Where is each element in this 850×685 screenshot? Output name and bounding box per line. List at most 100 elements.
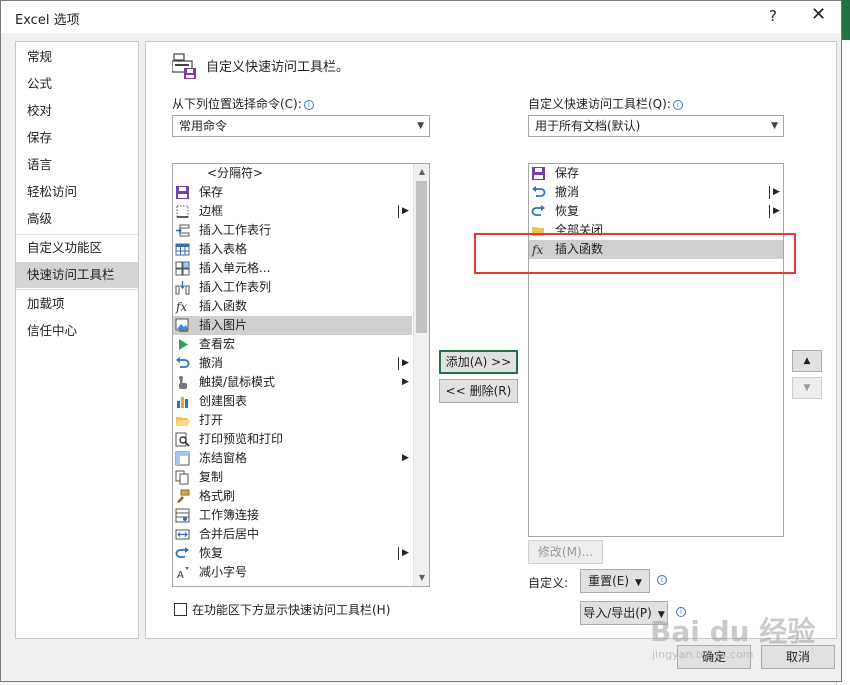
list-item-label: 插入表格	[199, 242, 248, 256]
chevron-down-icon: ▼	[635, 578, 642, 588]
submenu-divider	[769, 205, 770, 218]
list-item-label: 减小字号	[199, 565, 248, 579]
show-below-ribbon-checkbox[interactable]	[174, 603, 187, 616]
copy-icon	[175, 470, 190, 485]
choose-commands-value: 常用命令	[179, 119, 228, 133]
nav-item-accessibility[interactable]: 轻松访问	[16, 179, 138, 205]
add-button[interactable]: 添加(A) >>	[439, 350, 518, 374]
modify-button[interactable]: 修改(M)...	[528, 540, 603, 564]
customize-label: 自定义:	[528, 576, 569, 590]
list-item-label: 创建图表	[199, 394, 248, 408]
list-item[interactable]: <分隔符>	[173, 164, 412, 183]
list-item[interactable]: 恢复 ▶	[529, 202, 783, 221]
list-item-label: 复制	[199, 470, 224, 484]
list-item[interactable]: 插入单元格...	[173, 259, 412, 278]
border-icon	[175, 204, 190, 219]
list-item[interactable]: 边框 ▶	[173, 202, 412, 221]
function-icon: fx	[175, 299, 190, 314]
list-item[interactable]: fx 插入函数	[173, 297, 412, 316]
list-item-label: 恢复	[199, 546, 224, 560]
submenu-divider	[398, 357, 399, 370]
chevron-right-icon[interactable]: ▶	[402, 354, 409, 373]
nav-item-language[interactable]: 语言	[16, 152, 138, 178]
info-icon: i	[672, 100, 683, 110]
list-item-label: 边框	[199, 204, 224, 218]
help-button[interactable]: ?	[769, 7, 777, 25]
left-list-scrollbar[interactable]: ▲ ▼	[413, 164, 429, 586]
list-item[interactable]: 打开	[173, 411, 412, 430]
customize-qat-select[interactable]: 用于所有文档(默认) ▼	[528, 115, 784, 137]
list-item-label: 撤消	[555, 185, 580, 199]
list-item-label: 撤消	[199, 356, 224, 370]
section-heading: 自定义快速访问工具栏。	[206, 60, 350, 75]
scroll-up-icon[interactable]: ▲	[414, 164, 429, 180]
remove-button[interactable]: << 删除(R)	[439, 379, 518, 403]
nav-item-customize-ribbon[interactable]: 自定义功能区	[16, 235, 138, 261]
list-item[interactable]: 触摸/鼠标模式 ▶	[173, 373, 412, 392]
reset-button-label: 重置(E)	[588, 574, 630, 588]
redo-icon	[175, 546, 190, 561]
list-item[interactable]: 恢复 ▶	[173, 544, 412, 563]
submenu-divider	[769, 186, 770, 199]
choose-commands-select[interactable]: 常用命令 ▼	[172, 115, 430, 137]
list-item[interactable]: 冻结窗格 ▶	[173, 449, 412, 468]
list-item[interactable]: 插入表格	[173, 240, 412, 259]
options-content: 自定义快速访问工具栏。 从下列位置选择命令(C): i 常用命令 ▼ 自定义快速访…	[145, 41, 837, 639]
quick-access-toolbar-icon	[172, 53, 196, 79]
list-item[interactable]: 创建图表	[173, 392, 412, 411]
picture-icon	[175, 318, 190, 333]
save-icon	[531, 166, 546, 181]
nav-item-formulas[interactable]: 公式	[16, 71, 138, 97]
list-item-label: 插入函数	[199, 299, 248, 313]
list-item-label: 格式刷	[199, 489, 236, 503]
available-commands-list[interactable]: <分隔符> 保存 边框 ▶ 插入工作表行 插入表格 插入单元格... 插入工作表列 fx 插入函数…	[172, 163, 430, 587]
options-nav: 常规 公式 校对 保存 语言 轻松访问 高级 自定义功能区 快速访问工具栏 加载…	[15, 41, 139, 639]
list-item[interactable]: 合并后居中	[173, 525, 412, 544]
list-item[interactable]: 保存	[529, 164, 783, 183]
nav-item-add-ins[interactable]: 加载项	[16, 291, 138, 317]
reset-button[interactable]: 重置(E) ▼	[580, 569, 650, 593]
list-item-label: 合并后居中	[199, 527, 260, 541]
chevron-right-icon[interactable]: ▶	[402, 544, 409, 563]
nav-item-quick-access-toolbar[interactable]: 快速访问工具栏	[16, 262, 138, 288]
list-item[interactable]: 工作簿连接	[173, 506, 412, 525]
list-item[interactable]: 复制	[173, 468, 412, 487]
list-item[interactable]: 格式刷	[173, 487, 412, 506]
nav-item-proofing[interactable]: 校对	[16, 98, 138, 124]
connections-icon	[175, 508, 190, 523]
chart-icon	[175, 394, 190, 409]
list-item-label: 保存	[555, 166, 580, 180]
list-item[interactable]: 撤消 ▶	[173, 354, 412, 373]
list-item[interactable]: 查看宏	[173, 335, 412, 354]
list-item-label: 工作簿连接	[199, 508, 260, 522]
chevron-right-icon[interactable]: ▶	[402, 202, 409, 221]
list-item[interactable]: 插入工作表列	[173, 278, 412, 297]
chevron-down-icon: ▼	[771, 121, 778, 131]
qat-commands-list[interactable]: 保存 撤消 ▶ 恢复 ▶ 全部关闭 fx 插入函数	[528, 163, 784, 537]
scroll-down-icon[interactable]: ▼	[414, 570, 429, 586]
info-icon: i	[303, 100, 314, 110]
move-up-button[interactable]: ▲	[792, 350, 822, 372]
list-item-label: 保存	[199, 185, 224, 199]
excel-options-dialog: Excel 选项 ? ✕ 常规 公式 校对 保存 语言 轻松访问 高级 自定义功…	[0, 0, 842, 682]
chevron-right-icon[interactable]: ▶	[773, 183, 780, 202]
move-down-button[interactable]: ▼	[792, 377, 822, 399]
customize-qat-value: 用于所有文档(默认)	[535, 119, 641, 133]
list-item[interactable]: 撤消 ▶	[529, 183, 783, 202]
chevron-right-icon[interactable]: ▶	[773, 202, 780, 221]
list-item[interactable]: 插入图片	[173, 316, 412, 335]
list-item[interactable]: A 减小字号	[173, 563, 412, 582]
close-button[interactable]: ✕	[811, 4, 826, 25]
nav-item-save[interactable]: 保存	[16, 125, 138, 151]
list-item-label: 打开	[199, 413, 224, 427]
svg-text:A: A	[177, 570, 184, 580]
nav-item-trust-center[interactable]: 信任中心	[16, 318, 138, 344]
nav-item-general[interactable]: 常规	[16, 44, 138, 70]
watermark-logo: Bai du 经验	[650, 615, 816, 648]
merge-center-icon	[175, 527, 190, 542]
nav-item-advanced[interactable]: 高级	[16, 206, 138, 232]
list-item[interactable]: 保存	[173, 183, 412, 202]
list-item[interactable]: 打印预览和打印	[173, 430, 412, 449]
scrollbar-thumb[interactable]	[416, 181, 427, 333]
list-item[interactable]: 插入工作表行	[173, 221, 412, 240]
